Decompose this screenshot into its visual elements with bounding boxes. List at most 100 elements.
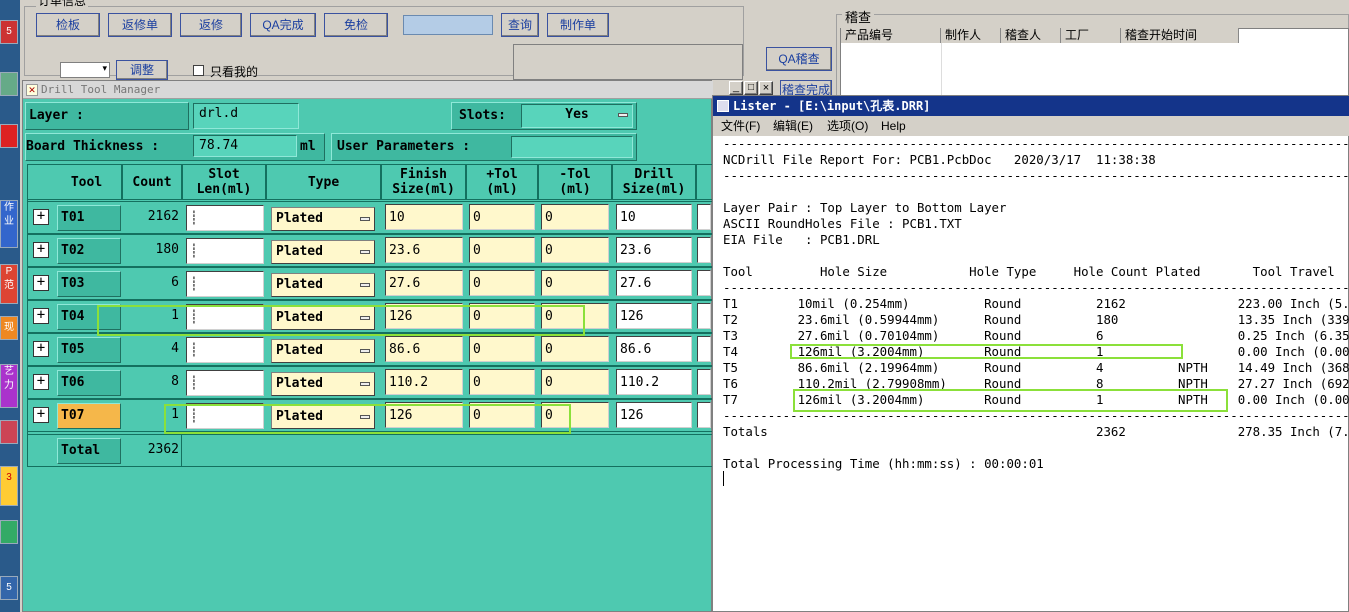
minus-tol-input[interactable]: 0 [541, 303, 609, 329]
taskbar-pdf-icon[interactable] [0, 124, 18, 148]
slot-len-input[interactable]: ┊ [186, 370, 264, 396]
extra-input[interactable] [697, 336, 711, 362]
taskbar-ppt-icon[interactable]: P 范 [0, 264, 18, 304]
drill-size-input[interactable]: 23.6 [616, 237, 692, 263]
plus-tol-input[interactable]: 0 [469, 237, 535, 263]
plus-tol-input[interactable]: 0 [469, 402, 535, 428]
taskbar-badge-icon[interactable]: 3 [0, 466, 18, 506]
taskbar-green-icon[interactable] [0, 520, 18, 544]
audit-col-auditor[interactable]: 稽查人 [1001, 28, 1061, 43]
taskbar-doc-icon[interactable]: 作业 [0, 200, 18, 248]
taskbar-craft-icon[interactable]: 艺 力 [0, 364, 18, 408]
minus-tol-input[interactable]: 0 [541, 204, 609, 230]
minus-tol-input[interactable]: 0 [541, 336, 609, 362]
plus-tol-input[interactable]: 0 [469, 303, 535, 329]
expand-row-icon[interactable]: + [33, 407, 49, 423]
finish-size-input[interactable]: 126 [385, 402, 463, 428]
plus-tol-input[interactable]: 0 [469, 369, 535, 395]
plus-tol-input[interactable]: 0 [469, 204, 535, 230]
minus-tol-input[interactable]: 0 [541, 237, 609, 263]
tool-button[interactable]: T02 [57, 238, 121, 264]
tool-button[interactable]: T04 [57, 304, 121, 330]
tool-button[interactable]: T01 [57, 205, 121, 231]
extra-input[interactable] [697, 237, 711, 263]
thickness-input[interactable]: 78.74 [193, 135, 297, 157]
extra-input[interactable] [697, 270, 711, 296]
plus-tol-input[interactable]: 0 [469, 270, 535, 296]
adjust-button[interactable]: 调整 [116, 60, 168, 80]
make-order-button[interactable]: 制作单 [547, 13, 609, 37]
slot-len-input[interactable]: ┊ [186, 271, 264, 297]
user-params-input[interactable] [511, 136, 633, 158]
extra-input[interactable] [697, 369, 711, 395]
query-input[interactable] [403, 15, 493, 35]
notes-textarea[interactable] [513, 44, 743, 80]
tool-button[interactable]: T07 [57, 403, 121, 429]
drill-maximize-button[interactable]: □ [744, 81, 758, 95]
finish-size-input[interactable]: 110.2 [385, 369, 463, 395]
exempt-button[interactable]: 免检 [324, 13, 388, 37]
taskbar-app-icon[interactable]: 5 [0, 20, 18, 44]
taskbar-sheet-icon[interactable]: 现 [0, 316, 18, 340]
taskbar-pen-icon[interactable] [0, 72, 18, 96]
type-select[interactable]: Plated [271, 372, 375, 396]
taskbar-clock-icon[interactable]: 5 [0, 576, 18, 600]
drill-size-input[interactable]: 10 [616, 204, 692, 230]
drill-size-input[interactable]: 86.6 [616, 336, 692, 362]
audit-col-start-time[interactable]: 稽查开始时间 [1121, 28, 1239, 43]
finish-size-input[interactable]: 23.6 [385, 237, 463, 263]
audit-col-factory[interactable]: 工厂 [1061, 28, 1121, 43]
drill-minimize-button[interactable]: _ [729, 81, 743, 95]
finish-size-input[interactable]: 27.6 [385, 270, 463, 296]
rework-button[interactable]: 返修 [180, 13, 242, 37]
finish-size-input[interactable]: 126 [385, 303, 463, 329]
report-text[interactable]: ----------------------------------------… [713, 136, 1349, 612]
drill-size-input[interactable]: 126 [616, 402, 692, 428]
type-select[interactable]: Plated [271, 240, 375, 264]
taskbar-tool-icon[interactable] [0, 420, 18, 444]
expand-row-icon[interactable]: + [33, 308, 49, 324]
rework-order-button[interactable]: 返修单 [108, 13, 172, 37]
lister-titlebar[interactable]: Lister - [E:\input\孔表.DRR] [713, 96, 1349, 116]
type-select[interactable]: Plated [271, 273, 375, 297]
drill-window-titlebar[interactable]: Drill Tool Manager [23, 81, 713, 99]
minus-tol-input[interactable]: 0 [541, 270, 609, 296]
extra-input[interactable] [697, 402, 711, 428]
slot-len-input[interactable]: ┊ [186, 304, 264, 330]
type-select[interactable]: Plated [271, 207, 375, 231]
type-select[interactable]: Plated [271, 405, 375, 429]
tool-button[interactable]: T06 [57, 370, 121, 396]
drill-size-input[interactable]: 110.2 [616, 369, 692, 395]
qa-complete-button[interactable]: QA完成 [250, 13, 316, 37]
expand-row-icon[interactable]: + [33, 242, 49, 258]
slot-len-input[interactable]: ┊ [186, 205, 264, 231]
minus-tol-input[interactable]: 0 [541, 402, 609, 428]
tool-button[interactable]: T03 [57, 271, 121, 297]
qa-audit-button[interactable]: QA稽查 [766, 47, 832, 71]
slot-len-input[interactable]: ┊ [186, 403, 264, 429]
menu-edit[interactable]: 编辑(E) [773, 116, 813, 136]
audit-col-product[interactable]: 产品编号 [841, 28, 941, 43]
drill-close-button[interactable]: × [759, 81, 773, 95]
expand-row-icon[interactable]: + [33, 275, 49, 291]
menu-help[interactable]: Help [881, 116, 906, 136]
drill-size-input[interactable]: 27.6 [616, 270, 692, 296]
tool-button[interactable]: T05 [57, 337, 121, 363]
query-button[interactable]: 查询 [501, 13, 539, 37]
only-mine-checkbox[interactable] [193, 65, 204, 76]
menu-file[interactable]: 文件(F) [721, 116, 760, 136]
drill-size-input[interactable]: 126 [616, 303, 692, 329]
slots-select[interactable]: Yes [521, 104, 633, 128]
type-select[interactable]: Plated [271, 306, 375, 330]
check-board-button[interactable]: 检板 [36, 13, 100, 37]
slot-len-input[interactable]: ┊ [186, 337, 264, 363]
filter-select[interactable]: ▾ [60, 62, 110, 78]
finish-size-input[interactable]: 10 [385, 204, 463, 230]
finish-size-input[interactable]: 86.6 [385, 336, 463, 362]
expand-row-icon[interactable]: + [33, 209, 49, 225]
layer-input[interactable]: drl.d [193, 103, 299, 129]
plus-tol-input[interactable]: 0 [469, 336, 535, 362]
type-select[interactable]: Plated [271, 339, 375, 363]
audit-col-maker[interactable]: 制作人 [941, 28, 1001, 43]
expand-row-icon[interactable]: + [33, 374, 49, 390]
